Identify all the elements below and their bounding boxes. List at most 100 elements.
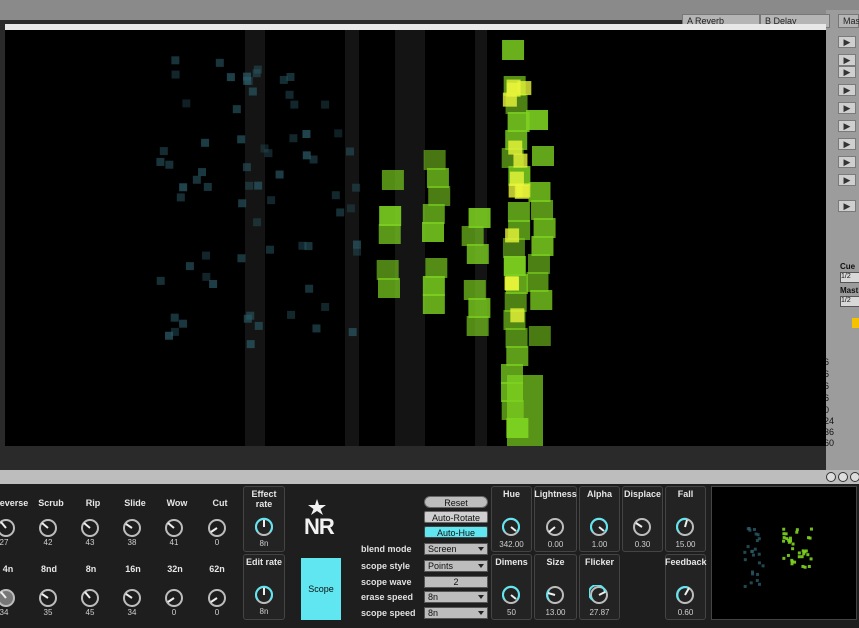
- effect-rate-knob[interactable]: [254, 517, 274, 537]
- thumb-particle: [787, 540, 791, 544]
- viz-particle: [267, 196, 276, 205]
- clip-play-button[interactable]: ▶: [838, 138, 856, 150]
- clip-play-button[interactable]: ▶: [838, 200, 856, 212]
- reverse-value: 27: [0, 538, 9, 547]
- viz-particle: [242, 163, 251, 172]
- clip-play-button[interactable]: ▶: [838, 120, 856, 132]
- wow-knob[interactable]: [164, 518, 184, 538]
- device-power-icon[interactable]: [826, 472, 836, 482]
- viz-particle: [275, 170, 284, 179]
- scope-speed-select[interactable]: 8n: [424, 607, 488, 619]
- thumb-particle: [753, 547, 757, 551]
- dimens-value: 50: [507, 608, 516, 617]
- viz-particle: [165, 160, 174, 169]
- alpha-knob[interactable]: [589, 517, 609, 537]
- viz-particle: [252, 69, 261, 78]
- div-4n-value: 34: [0, 608, 9, 617]
- tab-master[interactable]: Mas: [838, 14, 859, 28]
- div-32n-knob[interactable]: [164, 588, 184, 608]
- thumb-particle: [791, 547, 795, 551]
- div-16n-label: 16n: [125, 564, 141, 574]
- viz-particle: [378, 278, 401, 298]
- viz-particle: [531, 200, 554, 220]
- viz-particle: [352, 240, 361, 249]
- div-4n-label: 4n: [2, 564, 14, 574]
- viz-particle: [507, 202, 530, 222]
- thumb-particle: [743, 550, 747, 554]
- viz-highlight: [505, 228, 520, 243]
- div-4n-knob[interactable]: [0, 588, 16, 608]
- scope-style-select[interactable]: Points: [424, 560, 488, 572]
- scope-style-value: Points: [428, 561, 454, 571]
- div-32n-value: 0: [171, 608, 177, 617]
- scope-wave-label: scope wave: [361, 577, 412, 587]
- viz-particle: [336, 208, 345, 217]
- viz-particle: [237, 135, 246, 144]
- thumb-particle: [797, 551, 801, 555]
- viz-particle: [422, 204, 445, 224]
- thumb-particle: [761, 564, 765, 568]
- device-save-icon[interactable]: [850, 472, 859, 482]
- auto-rotate-button[interactable]: Auto-Rotate: [424, 511, 488, 523]
- solo-button[interactable]: [852, 318, 859, 328]
- clip-play-button[interactable]: ▶: [838, 102, 856, 114]
- clip-play-button[interactable]: ▶: [838, 174, 856, 186]
- wow-value: 41: [169, 538, 179, 547]
- div-16n-knob[interactable]: [122, 588, 142, 608]
- feedback-knob[interactable]: [675, 585, 695, 605]
- flicker-knob[interactable]: [589, 585, 609, 605]
- cut-label: Cut: [212, 498, 228, 508]
- edit-rate-knob[interactable]: [254, 585, 274, 605]
- viz-particle: [505, 328, 528, 348]
- reverse-label: everse: [0, 498, 29, 508]
- size-knob[interactable]: [545, 585, 565, 605]
- thumb-particle: [749, 581, 753, 585]
- rip-knob[interactable]: [80, 518, 100, 538]
- div-8nd-knob[interactable]: [38, 588, 58, 608]
- hue-value: 342.00: [499, 540, 524, 549]
- blend-mode-select[interactable]: Screen: [424, 543, 488, 555]
- auto-hue-button[interactable]: Auto-Hue: [424, 526, 488, 538]
- cut-knob[interactable]: [207, 518, 227, 538]
- displace-knob[interactable]: [632, 517, 652, 537]
- clip-play-button[interactable]: ▶: [838, 36, 856, 48]
- clip-play-button[interactable]: ▶: [838, 66, 856, 78]
- viz-band: [345, 30, 359, 446]
- scrub-knob[interactable]: [38, 518, 58, 538]
- slide-knob[interactable]: [122, 518, 142, 538]
- clip-play-button[interactable]: ▶: [838, 156, 856, 168]
- div-8n-knob[interactable]: [80, 588, 100, 608]
- viz-particle: [179, 319, 188, 328]
- viz-particle: [215, 58, 224, 67]
- wow-label: Wow: [166, 498, 188, 508]
- viz-particle: [346, 204, 355, 213]
- reverse-knob[interactable]: [0, 518, 16, 538]
- viz-particle: [321, 302, 330, 311]
- scope-button[interactable]: Scope: [301, 558, 341, 620]
- daw-mixer-panel: [826, 10, 859, 470]
- viz-particle: [290, 100, 299, 109]
- clip-play-button[interactable]: ▶: [838, 54, 856, 66]
- lightness-knob[interactable]: [545, 517, 565, 537]
- div-62n-value: 0: [214, 608, 220, 617]
- slide-value: 38: [127, 538, 137, 547]
- alpha-label: Alpha: [586, 489, 612, 499]
- erase-speed-select[interactable]: 8n: [424, 591, 488, 603]
- device-settings-icon[interactable]: [838, 472, 848, 482]
- viz-particle: [226, 73, 235, 82]
- dimens-knob[interactable]: [501, 585, 521, 605]
- master-value[interactable]: 1/2: [840, 296, 859, 307]
- hue-knob[interactable]: [501, 517, 521, 537]
- clip-play-button[interactable]: ▶: [838, 84, 856, 96]
- viz-particle: [156, 276, 165, 285]
- div-62n-knob[interactable]: [207, 588, 227, 608]
- feedback-value: 0.60: [677, 608, 694, 617]
- fall-knob[interactable]: [675, 517, 695, 537]
- thumb-particle: [751, 570, 755, 574]
- div-8n-label: 8n: [85, 564, 97, 574]
- viz-particle: [352, 183, 361, 192]
- scope-wave-input[interactable]: 2: [424, 576, 488, 588]
- viz-particle: [381, 170, 404, 190]
- reset-button[interactable]: Reset: [424, 496, 488, 508]
- cue-value[interactable]: 1/2: [840, 272, 859, 283]
